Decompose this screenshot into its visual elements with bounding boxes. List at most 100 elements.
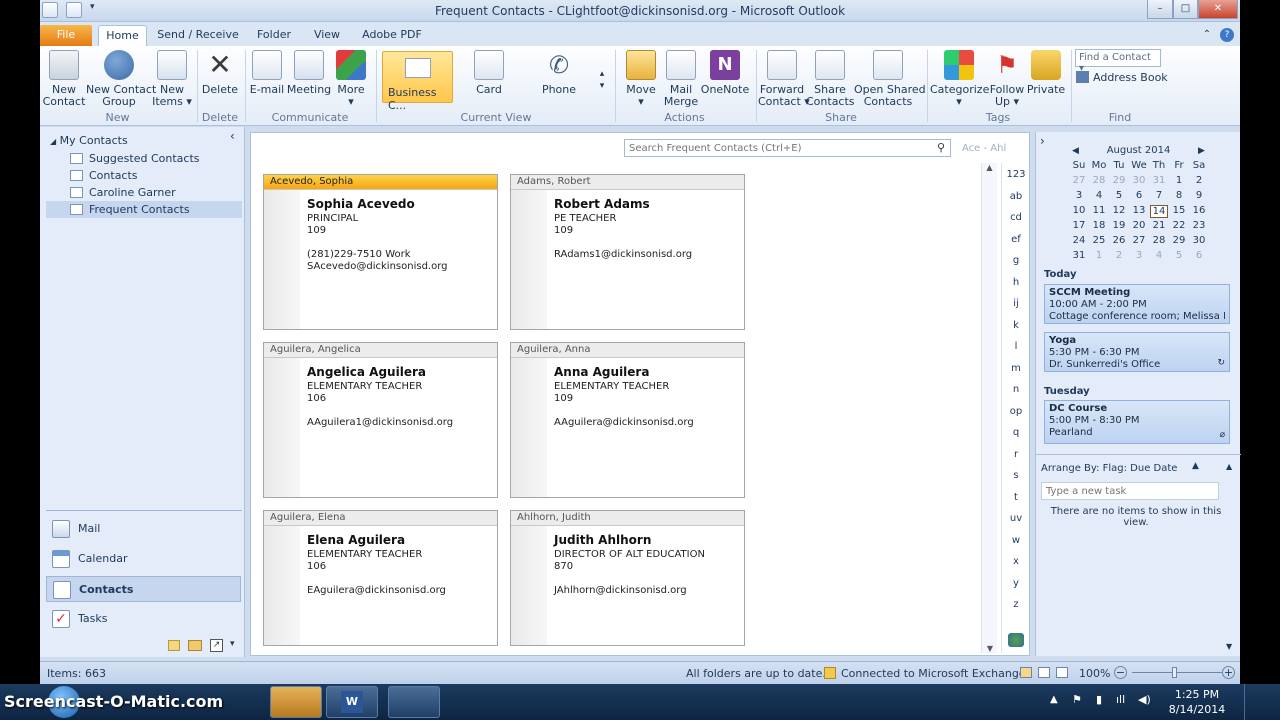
alpha-index-item[interactable]: ab: [1002, 191, 1030, 202]
card-view-button[interactable]: Card: [464, 50, 514, 96]
volume-icon[interactable]: ◀): [1138, 693, 1151, 706]
follow-up-button[interactable]: ⚑ Follow Up ▾: [988, 50, 1026, 108]
folder-caroline-garner[interactable]: Caroline Garner: [89, 186, 176, 199]
new-contact-group-button[interactable]: New Contact Group: [86, 50, 156, 108]
alpha-index-item[interactable]: ef: [1002, 234, 1030, 245]
shortcuts-icon[interactable]: ↗: [210, 639, 223, 652]
more-button[interactable]: More ▾: [332, 50, 370, 108]
move-button[interactable]: Move ▾: [620, 50, 662, 108]
tab-file[interactable]: File: [40, 25, 92, 46]
calendar-day[interactable]: 3: [1070, 190, 1088, 201]
scroll-up-icon[interactable]: ▲: [982, 163, 997, 172]
calendar-day[interactable]: 5: [1110, 190, 1128, 201]
calendar-day[interactable]: 12: [1110, 205, 1128, 216]
calendar-day[interactable]: 2: [1190, 175, 1208, 186]
calendar-day[interactable]: 20: [1130, 220, 1148, 231]
calendar-day[interactable]: 18: [1090, 220, 1108, 231]
contact-card[interactable]: Aguilera, Anna Anna Aguilera ELEMENTARY …: [510, 342, 745, 498]
calendar-day[interactable]: 22: [1170, 220, 1188, 231]
maximize-button[interactable]: □: [1173, 0, 1198, 19]
calendar-day[interactable]: 25: [1090, 235, 1108, 246]
new-contact-button[interactable]: New Contact: [42, 50, 86, 108]
address-book-button[interactable]: Address Book: [1076, 71, 1168, 84]
calendar-day[interactable]: 30: [1130, 175, 1148, 186]
contact-card[interactable]: Aguilera, Angelica Angelica Aguilera ELE…: [263, 342, 498, 498]
sort-up-icon[interactable]: ▲: [1192, 461, 1199, 471]
alpha-index-item[interactable]: y: [1002, 578, 1030, 589]
language-index-icon[interactable]: [1008, 633, 1024, 647]
contact-card[interactable]: Adams, Robert Robert Adams PE TEACHER 10…: [510, 174, 745, 330]
task-scroll-up-icon[interactable]: ▲: [1226, 462, 1232, 471]
alpha-index-item[interactable]: w: [1002, 535, 1030, 546]
calendar-day[interactable]: 29: [1170, 235, 1188, 246]
alpha-index-item[interactable]: s: [1002, 470, 1030, 481]
alpha-index-item[interactable]: x: [1002, 556, 1030, 567]
arrange-by-label[interactable]: Arrange By: Flag: Due Date: [1041, 463, 1177, 474]
open-shared-contacts-button[interactable]: Open Shared Contacts: [854, 50, 926, 108]
private-button[interactable]: Private: [1026, 50, 1066, 96]
battery-icon[interactable]: ▮: [1096, 693, 1102, 706]
zoom-slider-thumb[interactable]: [1172, 667, 1177, 678]
calendar-day[interactable]: 2: [1110, 250, 1128, 261]
calendar-day[interactable]: 30: [1190, 235, 1208, 246]
next-month-icon[interactable]: ▶: [1198, 146, 1205, 156]
nav-tasks[interactable]: ✓ Tasks: [46, 606, 241, 632]
calendar-day[interactable]: 13: [1130, 205, 1148, 216]
search-input[interactable]: [624, 139, 951, 157]
appointment[interactable]: SCCM Meeting 10:00 AM - 2:00 PM Cottage …: [1044, 284, 1230, 324]
calendar-day[interactable]: 24: [1070, 235, 1088, 246]
zoom-out-icon[interactable]: −: [1114, 666, 1127, 679]
folder-list-icon[interactable]: [188, 640, 202, 651]
alpha-index-item[interactable]: r: [1002, 449, 1030, 460]
calendar-day[interactable]: 1: [1090, 250, 1108, 261]
alpha-index-item[interactable]: q: [1002, 427, 1030, 438]
list-view-icon[interactable]: [1056, 667, 1068, 678]
alpha-index-item[interactable]: cd: [1002, 212, 1030, 223]
network-icon[interactable]: ıll: [1116, 693, 1125, 706]
zoom-slider[interactable]: [1132, 672, 1222, 673]
calendar-day[interactable]: 3: [1130, 250, 1148, 261]
close-button[interactable]: ✕: [1198, 0, 1238, 19]
new-task-input[interactable]: [1041, 482, 1219, 500]
action-center-icon[interactable]: ⚑: [1072, 693, 1082, 706]
calendar-day[interactable]: 21: [1150, 220, 1168, 231]
contact-card[interactable]: Ahlhorn, Judith Judith Ahlhorn DIRECTOR …: [510, 510, 745, 646]
view-gallery-scroll-icon[interactable]: ▴ ▾: [596, 68, 608, 92]
card-view-icon[interactable]: [1038, 667, 1050, 678]
calendar-day[interactable]: 17: [1070, 220, 1088, 231]
new-items-button[interactable]: New Items ▾: [152, 50, 192, 108]
calendar-day[interactable]: 31: [1150, 175, 1168, 186]
calendar-day[interactable]: 1: [1170, 175, 1188, 186]
alpha-index-item[interactable]: g: [1002, 255, 1030, 266]
mail-merge-button[interactable]: Mail Merge: [662, 50, 700, 108]
calendar-day[interactable]: 15: [1170, 205, 1188, 216]
clock-date[interactable]: 8/14/2014: [1162, 703, 1232, 716]
show-desktop-button[interactable]: [1244, 684, 1280, 720]
alpha-index-item[interactable]: z: [1002, 599, 1030, 610]
calendar-day[interactable]: 28: [1090, 175, 1108, 186]
calendar-day[interactable]: 4: [1150, 250, 1168, 261]
contact-card[interactable]: Aguilera, Elena Elena Aguilera ELEMENTAR…: [263, 510, 498, 646]
calendar-day[interactable]: 16: [1190, 205, 1208, 216]
calendar-day[interactable]: 28: [1150, 235, 1168, 246]
task-scroll-down-icon[interactable]: ▼: [1226, 642, 1232, 651]
alpha-index-item[interactable]: n: [1002, 384, 1030, 395]
business-card-view-icon[interactable]: [1020, 667, 1032, 678]
tab-folder[interactable]: Folder: [252, 25, 296, 46]
calendar-day[interactable]: 31: [1070, 250, 1088, 261]
business-card-view-button[interactable]: Business C...: [382, 51, 453, 112]
tab-send-receive[interactable]: Send / Receive: [156, 25, 240, 46]
alpha-index-item[interactable]: 123: [1002, 169, 1030, 180]
phone-view-button[interactable]: ✆ Phone: [534, 50, 584, 96]
calendar-day[interactable]: 19: [1110, 220, 1128, 231]
alpha-index-item[interactable]: t: [1002, 492, 1030, 503]
meeting-button[interactable]: Meeting: [286, 50, 332, 96]
categorize-button[interactable]: Categorize ▾: [930, 50, 989, 108]
appointment[interactable]: DC Course 5:00 PM - 8:30 PM Pearland ⌀: [1044, 400, 1230, 444]
alpha-index-item[interactable]: k: [1002, 320, 1030, 331]
nav-mail[interactable]: Mail: [46, 516, 241, 542]
calendar-day[interactable]: 5: [1170, 250, 1188, 261]
calendar-day[interactable]: 9: [1190, 190, 1208, 201]
alpha-index-item[interactable]: ij: [1002, 298, 1030, 309]
calendar-day[interactable]: 14: [1150, 205, 1168, 218]
